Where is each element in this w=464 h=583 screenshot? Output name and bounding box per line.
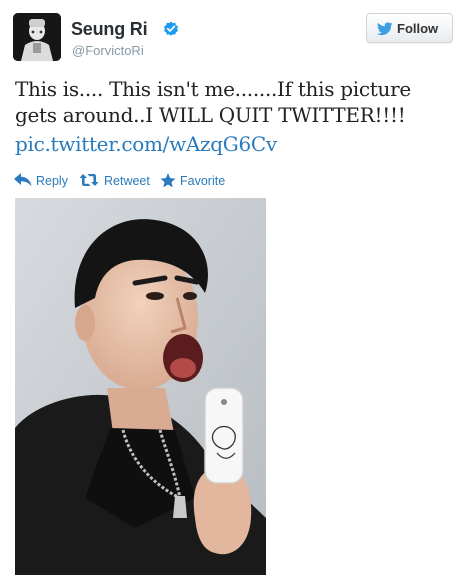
reply-label: Reply	[36, 174, 68, 188]
tweet-card: Seung Ri @ForvictoRi Follow This is.... …	[0, 0, 464, 583]
tweet-media-link[interactable]: pic.twitter.com/wAzqG6Cv	[15, 131, 277, 157]
twitter-bird-icon	[377, 22, 393, 36]
reply-button[interactable]: Reply	[14, 172, 70, 190]
retweet-button[interactable]: Retweet	[79, 172, 165, 190]
tweet-photo[interactable]	[15, 198, 266, 575]
user-handle[interactable]: @ForvictoRi	[72, 43, 144, 58]
follow-button[interactable]: Follow	[366, 13, 453, 43]
verified-badge-icon	[164, 21, 178, 36]
follow-button-label: Follow	[397, 21, 439, 36]
favorite-button[interactable]: Favorite	[160, 172, 240, 190]
reply-icon	[14, 173, 32, 187]
favorite-label: Favorite	[180, 174, 226, 188]
retweet-label: Retweet	[104, 174, 150, 188]
retweet-icon	[79, 174, 99, 186]
tweet-text: This is.... This isn't me.......If this …	[15, 76, 455, 157]
display-name[interactable]: Seung Ri	[71, 19, 148, 40]
avatar[interactable]	[13, 13, 61, 61]
star-icon	[160, 173, 176, 188]
tweet-body: This is.... This isn't me.......If this …	[15, 77, 411, 127]
